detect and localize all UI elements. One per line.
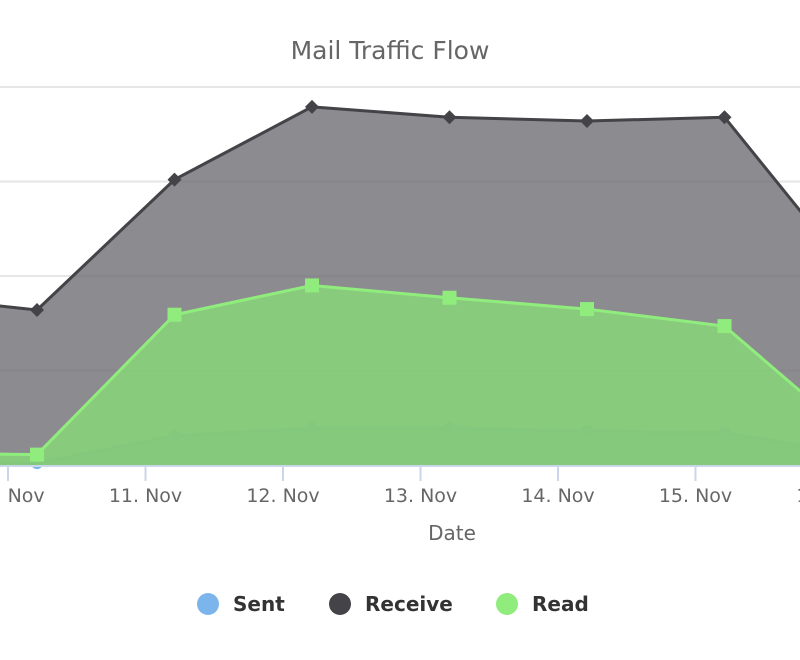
mail-traffic-chart: 10. Nov 11. Nov 12. Nov 13. Nov 14. Nov 15. N… [0, 36, 800, 616]
legend-label: Read [532, 592, 589, 616]
x-tick-label: 10. Nov [0, 485, 45, 507]
legend-label: Receive [365, 592, 453, 616]
x-tick-label: 15. Nov [659, 485, 732, 507]
x-axis-title: Date [428, 521, 476, 545]
legend-symbol [329, 593, 351, 615]
x-axis: 10. Nov 11. Nov 12. Nov 13. Nov 14. Nov 15. N… [0, 465, 800, 507]
series-areas [0, 99, 800, 470]
x-tick-label: 11. Nov [109, 485, 182, 507]
chart-title: Mail Traffic Flow [291, 36, 490, 65]
legend-symbol [496, 593, 518, 615]
x-tick-label: 14. Nov [521, 485, 594, 507]
legend: Sent Receive Read [197, 592, 589, 616]
legend-item-sent[interactable]: Sent [197, 592, 285, 616]
read-point[interactable] [30, 447, 44, 462]
legend-item-read[interactable]: Read [496, 592, 589, 616]
x-tick-label: 12. Nov [246, 485, 319, 507]
read-point[interactable] [717, 319, 732, 334]
legend-label: Sent [233, 592, 285, 616]
read-point[interactable] [580, 302, 594, 317]
read-point[interactable] [305, 278, 319, 293]
read-point[interactable] [167, 307, 182, 322]
legend-item-receive[interactable]: Receive [329, 592, 453, 616]
x-tick-label: 13. Nov [384, 485, 457, 507]
legend-symbol [197, 593, 219, 615]
read-point[interactable] [442, 290, 457, 305]
x-tick-label: 16. Nov [796, 485, 800, 507]
